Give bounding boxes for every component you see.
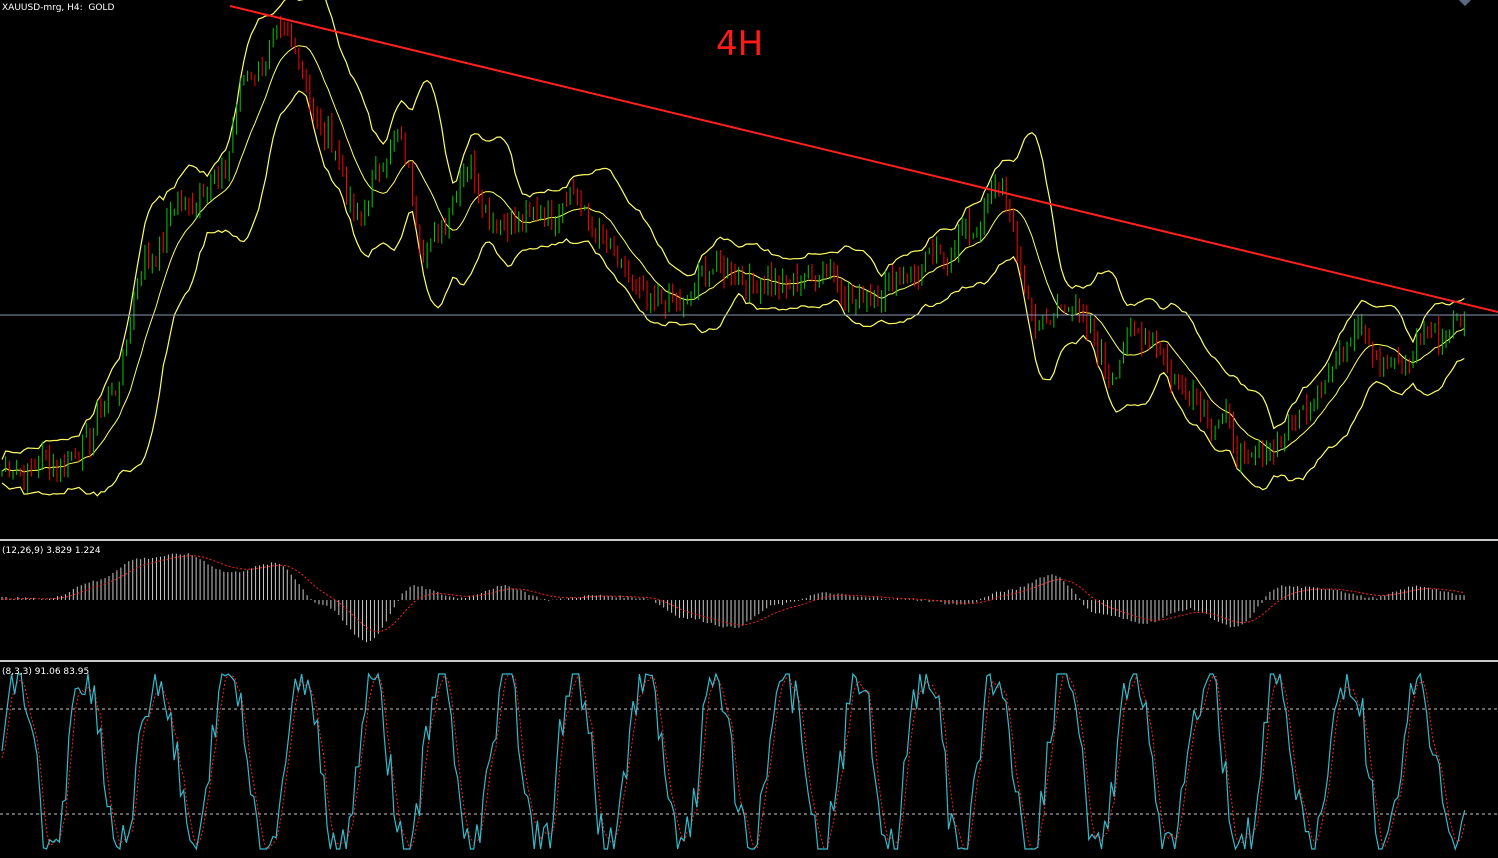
stoch-main-line [1, 672, 1466, 851]
bollinger-upper-band [1, 0, 1465, 460]
bollinger-lower-band [1, 90, 1465, 497]
macd-pane[interactable]: (12,26,9) 3.829 1.224 [0, 543, 1498, 660]
price-chart [0, 0, 1498, 497]
macd-signal-line [1, 555, 1465, 633]
macd-histogram [1, 553, 1465, 643]
stochastic-label: (8,3,3) 91.06 83.95 [2, 667, 90, 677]
bollinger-middle-band [1, 45, 1465, 473]
pane-separator[interactable] [0, 539, 1498, 541]
pane-separator[interactable] [0, 660, 1498, 662]
price-chart-pane[interactable]: XAUUSD-mrg, H4: GOLD 4H [0, 0, 1498, 539]
trendline [229, 5, 1498, 313]
candles [1, 15, 1465, 493]
timeframe-annotation: 4H [716, 24, 764, 64]
stochastic-chart [0, 672, 1498, 851]
macd-chart [1, 553, 1465, 643]
macd-label: (12,26,9) 3.829 1.224 [2, 546, 101, 556]
stochastic-pane[interactable]: (8,3,3) 91.06 83.95 [0, 664, 1498, 858]
symbol-label: XAUUSD-mrg, H4: GOLD [2, 3, 115, 13]
